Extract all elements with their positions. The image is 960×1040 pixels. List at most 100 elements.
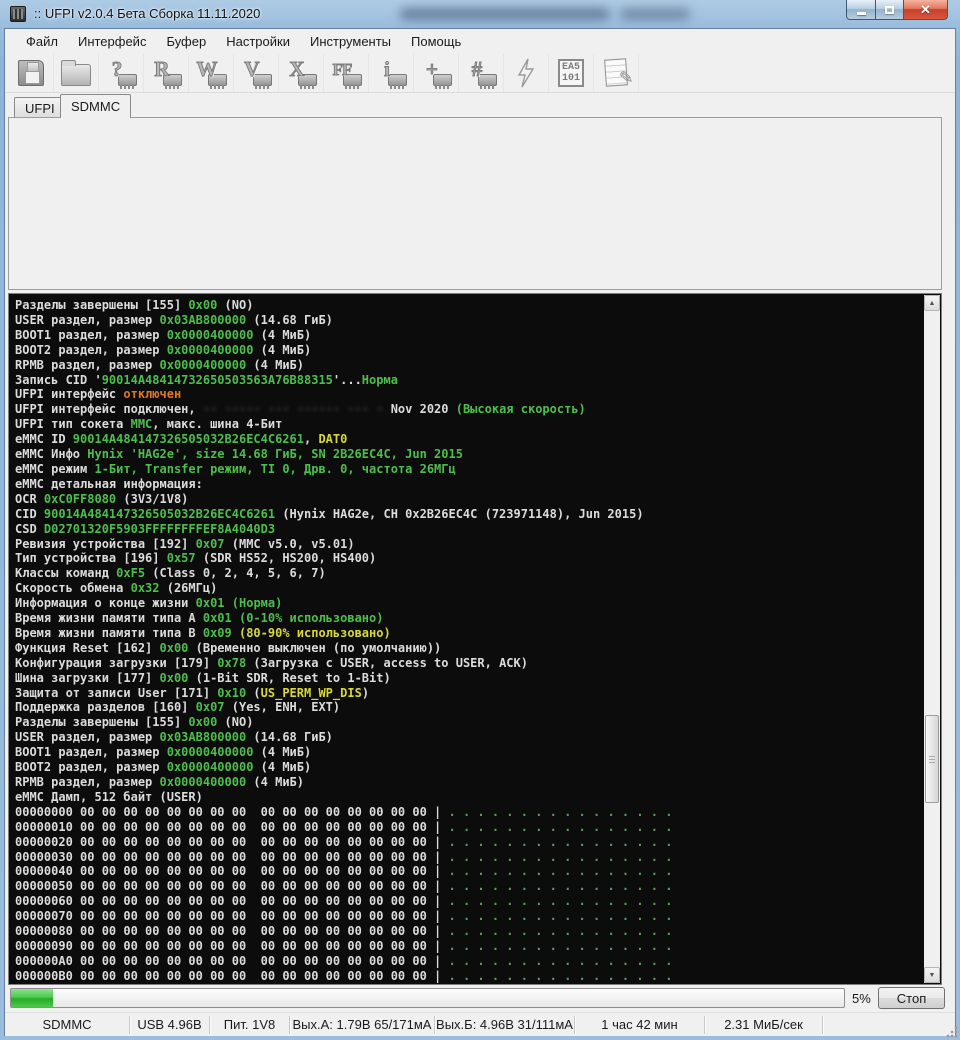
chip-hash-icon: # xyxy=(472,57,483,82)
stop-button[interactable]: Стоп xyxy=(878,987,945,1009)
console-line: Конфигурация загрузки [179] 0x78 (Загруз… xyxy=(15,656,919,671)
console-line: Функция Reset [162] 0x00 (Временно выклю… xyxy=(15,641,919,656)
console-line: UFPI интерфейс подключен, ·· ····· ··· ·… xyxy=(15,402,919,417)
chip-add-button[interactable]: + xyxy=(414,54,459,92)
notepad-button[interactable] xyxy=(594,54,639,92)
console-line: eMMC детальная информация: xyxy=(15,477,919,492)
chip-write-icon: W xyxy=(197,57,218,82)
console-line: 00000050 00 00 00 00 00 00 00 00 00 00 0… xyxy=(15,879,919,894)
caption-buttons: ✕ xyxy=(846,0,948,20)
console-line: BOOT1 раздел, размер 0x0000400000 (4 МиБ… xyxy=(15,328,919,343)
console-line: Шина загрузки [177] 0x00 (1-Bit SDR, Res… xyxy=(15,671,919,686)
power-bolt-icon xyxy=(515,58,537,88)
close-button[interactable]: ✕ xyxy=(904,0,948,20)
console-line: Разделы завершены [155] 0x00 (NO) xyxy=(15,298,919,313)
console-line: 00000060 00 00 00 00 00 00 00 00 00 00 0… xyxy=(15,894,919,909)
console-output: Разделы завершены [155] 0x00 (NO) USER ра… xyxy=(15,298,919,984)
window-title: :: UFPI v2.0.4 Бета Сборка 11.11.2020 xyxy=(34,6,260,21)
console-line: Ревизия устройства [192] 0x07 (MMC v5.0,… xyxy=(15,537,919,552)
console-line: USER раздел, размер 0x03AB800000 (14.68 … xyxy=(15,730,919,745)
minimize-button[interactable] xyxy=(846,0,876,20)
menu-item-инструменты[interactable]: Инструменты xyxy=(301,31,400,52)
status-segment: Вых.Б: 4.96В 31/111мА xyxy=(435,1016,575,1034)
console-line: 00000080 00 00 00 00 00 00 00 00 00 00 0… xyxy=(15,924,919,939)
status-segment: 1 час 42 мин xyxy=(575,1016,705,1034)
notepad-icon xyxy=(604,58,628,86)
chip-ff-button[interactable]: FF xyxy=(324,54,369,92)
status-segment: Вых.А: 1.79В 65/171мА xyxy=(290,1016,435,1034)
console-line: 00000010 00 00 00 00 00 00 00 00 00 00 0… xyxy=(15,820,919,835)
menubar: ФайлИнтерфейсБуферНастройкиИнструментыПо… xyxy=(5,30,955,53)
console-line: Классы команд 0xF5 (Class 0, 2, 4, 5, 6,… xyxy=(15,566,919,581)
scroll-up-icon[interactable]: ▲ xyxy=(924,295,940,311)
console-line: UFPI интерфейс отключен xyxy=(15,387,919,402)
sdmmc-tab-panel xyxy=(8,117,942,290)
chip-read-button[interactable]: R xyxy=(144,54,189,92)
console-line: Время жизни памяти типа A 0x01 (0-10% ис… xyxy=(15,611,919,626)
console-scrollbar[interactable]: ▲ ▼ xyxy=(924,295,940,983)
console-line: CSD D02701320F5903FFFFFFFFEF8A4040D3 xyxy=(15,522,919,537)
console-line: 00000020 00 00 00 00 00 00 00 00 00 00 0… xyxy=(15,835,919,850)
console-line: Тип устройства [196] 0x57 (SDR HS52, HS2… xyxy=(15,551,919,566)
menu-item-интерфейс[interactable]: Интерфейс xyxy=(69,31,155,52)
save-floppy-icon xyxy=(18,60,44,86)
power-bolt-button[interactable] xyxy=(504,54,549,92)
minimize-icon xyxy=(857,12,866,15)
titlebar: :: UFPI v2.0.4 Бета Сборка 11.11.2020 ✕ xyxy=(0,0,960,28)
scroll-down-icon[interactable]: ▼ xyxy=(924,967,940,983)
console-line: eMMC Инфо Hynix 'HAG2e', size 14.68 ГиБ,… xyxy=(15,447,919,462)
ea5-101-badge-button[interactable]: EA5101 xyxy=(549,54,594,92)
console-line: Информация о конце жизни 0x01 (Норма) xyxy=(15,596,919,611)
console-line: BOOT2 раздел, размер 0x0000400000 (4 МиБ… xyxy=(15,760,919,775)
console-line: BOOT2 раздел, размер 0x0000400000 (4 МиБ… xyxy=(15,343,919,358)
menu-item-помощь[interactable]: Помощь xyxy=(402,31,470,52)
app-chip-icon xyxy=(10,6,26,22)
console-line: Запись CID '90014A48414732650503563A76B8… xyxy=(15,373,919,388)
chip-verify-icon: V xyxy=(244,57,259,82)
progress-fill xyxy=(11,989,53,1007)
open-folder-button[interactable] xyxy=(54,54,99,92)
console-line: Время жизни памяти типа B 0x09 (80-90% и… xyxy=(15,626,919,641)
chip-hash-button[interactable]: # xyxy=(459,54,504,92)
chip-info-button[interactable]: i xyxy=(369,54,414,92)
chip-verify-button[interactable]: V xyxy=(234,54,279,92)
chip-identify-icon: ? xyxy=(112,57,123,82)
console-line: UFPI тип сокета MMC, макс. шина 4-Бит xyxy=(15,417,919,432)
scrollbar-thumb[interactable] xyxy=(925,715,939,803)
toolbar: ? R W V X FF i + # EA5101 xyxy=(5,53,955,93)
console-line: Поддержка разделов [160] 0x07 (Yes, ENH,… xyxy=(15,700,919,715)
progress-bar xyxy=(10,988,845,1008)
log-console[interactable]: Разделы завершены [155] 0x00 (NO) USER ра… xyxy=(8,293,942,985)
status-segment: SDMMC xyxy=(5,1016,130,1034)
tab-sdmmc[interactable]: SDMMC xyxy=(60,94,131,118)
console-line: 000000A0 00 00 00 00 00 00 00 00 00 00 0… xyxy=(15,954,919,969)
save-floppy-button[interactable] xyxy=(9,54,54,92)
menu-item-настройки[interactable]: Настройки xyxy=(217,31,299,52)
console-line: RPMB раздел, размер 0x0000400000 (4 МиБ) xyxy=(15,358,919,373)
chip-erase-button[interactable]: X xyxy=(279,54,324,92)
console-line: Скорость обмена 0x32 (26МГц) xyxy=(15,581,919,596)
console-line: RPMB раздел, размер 0x0000400000 (4 МиБ) xyxy=(15,775,919,790)
console-line: 00000000 00 00 00 00 00 00 00 00 00 00 0… xyxy=(15,805,919,820)
console-line: 00000040 00 00 00 00 00 00 00 00 00 00 0… xyxy=(15,864,919,879)
chip-ff-icon: FF xyxy=(333,60,352,80)
console-line: eMMC Дамп, 512 байт (USER) xyxy=(15,790,919,805)
chip-add-icon: + xyxy=(426,57,438,82)
console-line: 000000B0 00 00 00 00 00 00 00 00 00 00 0… xyxy=(15,969,919,984)
chip-read-icon: R xyxy=(154,57,169,82)
ea5-101-badge-icon: EA5101 xyxy=(558,59,584,87)
status-segment: 2.31 МиБ/сек xyxy=(705,1016,823,1034)
chip-info-icon: i xyxy=(384,57,390,82)
chip-write-button[interactable]: W xyxy=(189,54,234,92)
maximize-button[interactable] xyxy=(876,0,904,20)
chip-erase-icon: X xyxy=(289,57,304,82)
console-line: eMMC режим 1-Бит, Transfer режим, TI 0, … xyxy=(15,462,919,477)
console-line: 00000070 00 00 00 00 00 00 00 00 00 00 0… xyxy=(15,909,919,924)
resize-grip-icon[interactable] xyxy=(945,1025,958,1038)
tab-ufpi[interactable]: UFPI xyxy=(14,97,66,118)
chip-identify-button[interactable]: ? xyxy=(99,54,144,92)
console-line: 00000030 00 00 00 00 00 00 00 00 00 00 0… xyxy=(15,850,919,865)
menu-item-файл[interactable]: Файл xyxy=(17,31,67,52)
menu-item-буфер[interactable]: Буфер xyxy=(157,31,215,52)
console-line: eMMC ID 90014A484147326505032B26EC4C6261… xyxy=(15,432,919,447)
